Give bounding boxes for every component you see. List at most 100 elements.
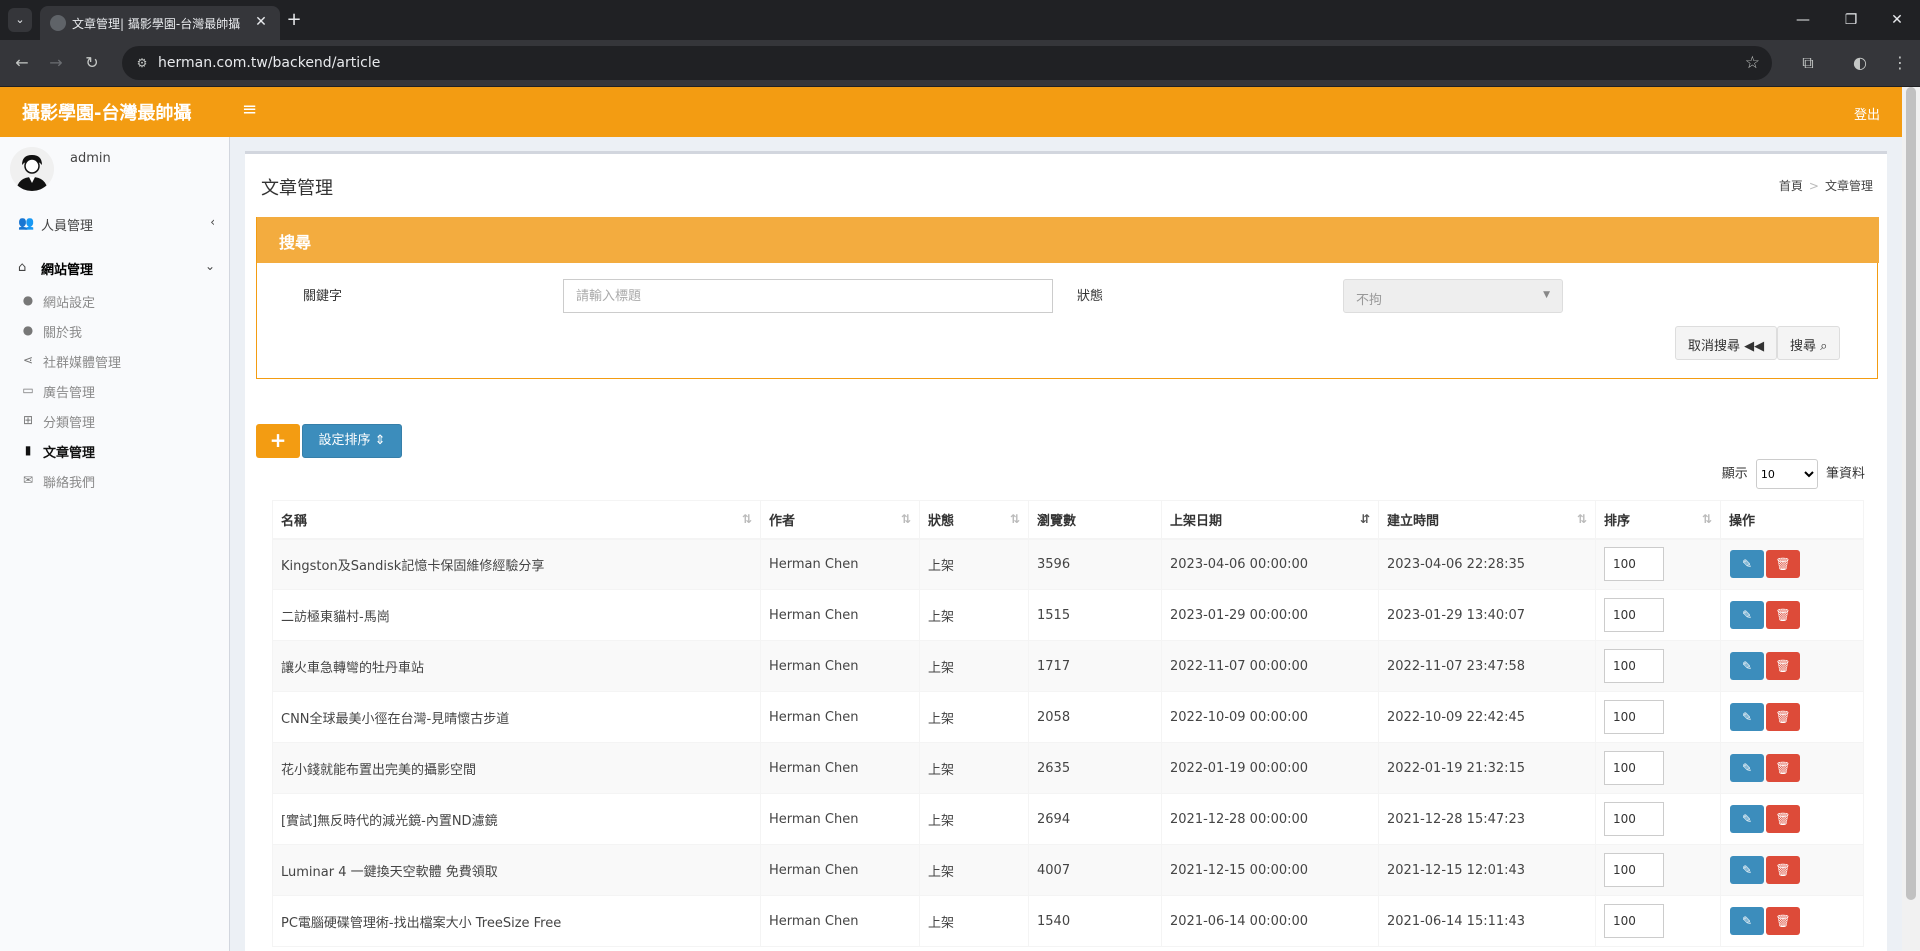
order-input[interactable]: [1604, 853, 1664, 887]
edit-button[interactable]: ✎: [1730, 601, 1764, 629]
tab-search-icon[interactable]: ⌄: [8, 8, 32, 32]
extensions-icon[interactable]: ⧉: [1796, 51, 1820, 75]
col-header-published[interactable]: 上架日期 ⇵: [1161, 500, 1379, 540]
delete-button[interactable]: 🗑: [1766, 907, 1800, 935]
sidebar-item-about[interactable]: ● 關於我: [0, 315, 229, 345]
search-button[interactable]: 搜尋 ⌕: [1777, 326, 1841, 360]
cell-status: 上架: [919, 691, 1029, 743]
col-header-author[interactable]: 作者 ⇅: [760, 500, 920, 540]
col-header-status[interactable]: 狀態 ⇅: [919, 500, 1029, 540]
order-input[interactable]: [1604, 649, 1664, 683]
delete-button[interactable]: 🗑: [1766, 856, 1800, 884]
edit-button[interactable]: ✎: [1730, 856, 1764, 884]
money-icon: ▭: [22, 383, 34, 397]
edit-icon: ✎: [1741, 608, 1753, 622]
cell-views: 1540: [1028, 895, 1162, 947]
minimize-icon[interactable]: —: [1788, 8, 1818, 32]
edit-icon: ✎: [1741, 812, 1753, 826]
order-input[interactable]: [1604, 751, 1664, 785]
col-header-actions: 操作: [1720, 500, 1864, 540]
share-icon: ⋖: [22, 353, 34, 367]
cancel-search-button[interactable]: 取消搜尋 ◀◀: [1675, 326, 1778, 360]
menu-dots-icon[interactable]: ⋮: [1888, 51, 1912, 75]
edit-button[interactable]: ✎: [1730, 652, 1764, 680]
sidebar-toggle-icon[interactable]: ≡: [242, 99, 257, 120]
site-logo[interactable]: 攝影學園-台灣最帥攝: [22, 99, 191, 125]
sidebar-item-ads[interactable]: ▭ 廣告管理: [0, 375, 229, 405]
sitemap-icon: ⊞: [22, 413, 34, 427]
add-article-button[interactable]: +: [256, 424, 300, 458]
browser-tab[interactable]: 文章管理| 攝影學園-台灣最帥攝 ✕: [40, 6, 280, 40]
set-sort-button[interactable]: 設定排序 ⇕: [302, 424, 402, 458]
length-suffix: 筆資料: [1825, 466, 1865, 482]
sidebar-group-staff[interactable]: 👥 人員管理 ‹: [0, 205, 229, 241]
logout-link[interactable]: 登出: [1854, 104, 1880, 123]
scrollbar-thumb[interactable]: [1906, 87, 1916, 900]
bookmark-star-icon[interactable]: ☆: [1745, 53, 1760, 73]
status-label: 狀態: [1077, 289, 1104, 304]
col-header-label: 建立時間: [1387, 513, 1440, 529]
sort-both-icon: ⇅: [1701, 512, 1712, 526]
cell-created: 2022-11-07 23:47:58: [1378, 640, 1596, 692]
sort-icon: ⇕: [374, 433, 386, 448]
page-scrollbar[interactable]: [1902, 87, 1920, 951]
back-icon[interactable]: ←: [10, 51, 34, 75]
new-tab-icon[interactable]: +: [282, 8, 306, 32]
edit-button[interactable]: ✎: [1730, 907, 1764, 935]
keyword-input[interactable]: [563, 279, 1053, 313]
page-length-select[interactable]: 10: [1755, 459, 1818, 489]
col-header-order[interactable]: 排序 ⇅: [1595, 500, 1721, 540]
delete-button[interactable]: 🗑: [1766, 805, 1800, 833]
profile-icon[interactable]: ◐: [1848, 51, 1872, 75]
sidebar-item-categories[interactable]: ⊞ 分類管理: [0, 405, 229, 435]
sidebar-group-site[interactable]: ⌂ 網站管理 ⌄: [0, 249, 229, 285]
delete-button[interactable]: 🗑: [1766, 754, 1800, 782]
tab-close-icon[interactable]: ✕: [252, 13, 270, 31]
reload-icon[interactable]: ↻: [80, 51, 104, 75]
delete-button[interactable]: 🗑: [1766, 550, 1800, 579]
sidebar-item-site-settings[interactable]: ● 網站設定: [0, 285, 229, 315]
edit-icon: ✎: [1741, 761, 1753, 775]
delete-button[interactable]: 🗑: [1766, 652, 1800, 680]
site-info-icon[interactable]: ⚙: [134, 55, 150, 71]
sidebar-item-contact[interactable]: ✉ 聯絡我們: [0, 465, 229, 495]
cell-name: 二訪極東貓村-馬崗: [272, 589, 761, 641]
sidebar-item-social[interactable]: ⋖ 社群媒體管理: [0, 345, 229, 375]
delete-button[interactable]: 🗑: [1766, 601, 1800, 629]
delete-button[interactable]: 🗑: [1766, 703, 1800, 731]
cell-published: 2022-10-09 00:00:00: [1161, 691, 1379, 743]
breadcrumb-separator: >: [1808, 179, 1819, 193]
window-close-icon[interactable]: ✕: [1882, 8, 1912, 32]
order-input[interactable]: [1604, 700, 1664, 734]
user-icon: ●: [22, 293, 34, 307]
order-input[interactable]: [1604, 547, 1664, 582]
sidebar-item-articles[interactable]: ▮ 文章管理: [0, 435, 229, 465]
edit-button[interactable]: ✎: [1730, 703, 1764, 731]
url-text[interactable]: herman.com.tw/backend/article: [158, 55, 380, 71]
cell-status: 上架: [919, 589, 1029, 641]
order-input[interactable]: [1604, 598, 1664, 632]
order-input[interactable]: [1604, 802, 1664, 836]
address-bar[interactable]: ⚙ herman.com.tw/backend/article ☆: [122, 46, 1772, 80]
edit-button[interactable]: ✎: [1730, 805, 1764, 833]
restore-icon[interactable]: ❐: [1836, 8, 1866, 32]
edit-icon: ✎: [1741, 710, 1753, 724]
breadcrumb-home[interactable]: 首頁: [1779, 179, 1803, 193]
cell-name: [實試]無反時代的減光鏡-內置ND濾鏡: [272, 793, 761, 845]
edit-button[interactable]: ✎: [1730, 550, 1764, 579]
cell-author: Herman Chen: [760, 640, 920, 692]
order-input[interactable]: [1604, 904, 1664, 938]
cell-views: 1515: [1028, 589, 1162, 641]
article-table: 名稱 ⇅ 作者 ⇅ 狀態 ⇅ 瀏覽數 上架日期 ⇵ 建立時間 ⇅ 排序 ⇅ 操作 Kings…: [272, 500, 1864, 947]
cell-published: 2021-06-14 00:00:00: [1161, 895, 1379, 947]
status-select[interactable]: 不拘 ▼: [1343, 279, 1563, 313]
cell-order: [1595, 742, 1721, 794]
cell-published: 2022-11-07 00:00:00: [1161, 640, 1379, 692]
page-title: 文章管理: [261, 178, 333, 199]
edit-button[interactable]: ✎: [1730, 754, 1764, 782]
sort-both-icon: ⇅: [1576, 512, 1587, 526]
col-header-name[interactable]: 名稱 ⇅: [272, 500, 761, 540]
forward-icon[interactable]: →: [44, 51, 68, 75]
cell-name: 花小錢就能布置出完美的攝影空間: [272, 742, 761, 794]
col-header-created[interactable]: 建立時間 ⇅: [1378, 500, 1596, 540]
